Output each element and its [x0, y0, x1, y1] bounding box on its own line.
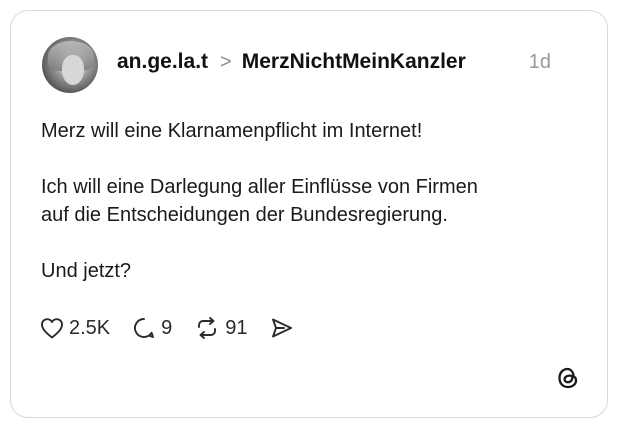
- post-header: an.ge.la.t > MerzNichtMeinKanzler: [117, 49, 466, 75]
- like-count: 2.5K: [69, 316, 111, 339]
- post-text-gap: [41, 145, 581, 173]
- post-text-line: auf die Entscheidungen der Bundesregieru…: [41, 204, 448, 226]
- action-bar: 2.5K 9 91: [40, 316, 316, 340]
- post-text-gap: [41, 229, 581, 257]
- repost-icon: [198, 317, 217, 339]
- share-button[interactable]: [270, 316, 294, 340]
- reply-button[interactable]: 9: [132, 316, 172, 340]
- avatar[interactable]: [42, 37, 98, 93]
- avatar-face: [62, 55, 84, 85]
- heart-icon: [41, 318, 63, 339]
- chevron-right-icon: >: [220, 51, 232, 73]
- post-text-line: Ich will eine Darlegung aller Einflüsse …: [41, 176, 478, 198]
- post-timestamp[interactable]: 1d: [529, 51, 551, 74]
- send-icon: [271, 318, 292, 338]
- comment-icon: [134, 318, 155, 338]
- repost-count: 91: [225, 316, 248, 339]
- threads-logo-icon[interactable]: [555, 365, 581, 391]
- post-text-line: Merz will eine Klarnamenpflicht im Inter…: [41, 120, 423, 142]
- username-link[interactable]: an.ge.la.t: [117, 49, 208, 75]
- like-button[interactable]: 2.5K: [40, 317, 110, 340]
- post-body: Merz will eine Klarnamenpflicht im Inter…: [41, 117, 581, 285]
- repost-button[interactable]: 91: [194, 316, 248, 340]
- post-text-line: Und jetzt?: [41, 260, 132, 282]
- community-link[interactable]: MerzNichtMeinKanzler: [242, 49, 466, 75]
- reply-count: 9: [161, 316, 173, 339]
- post-card[interactable]: an.ge.la.t > MerzNichtMeinKanzler 1d Mer…: [10, 10, 608, 418]
